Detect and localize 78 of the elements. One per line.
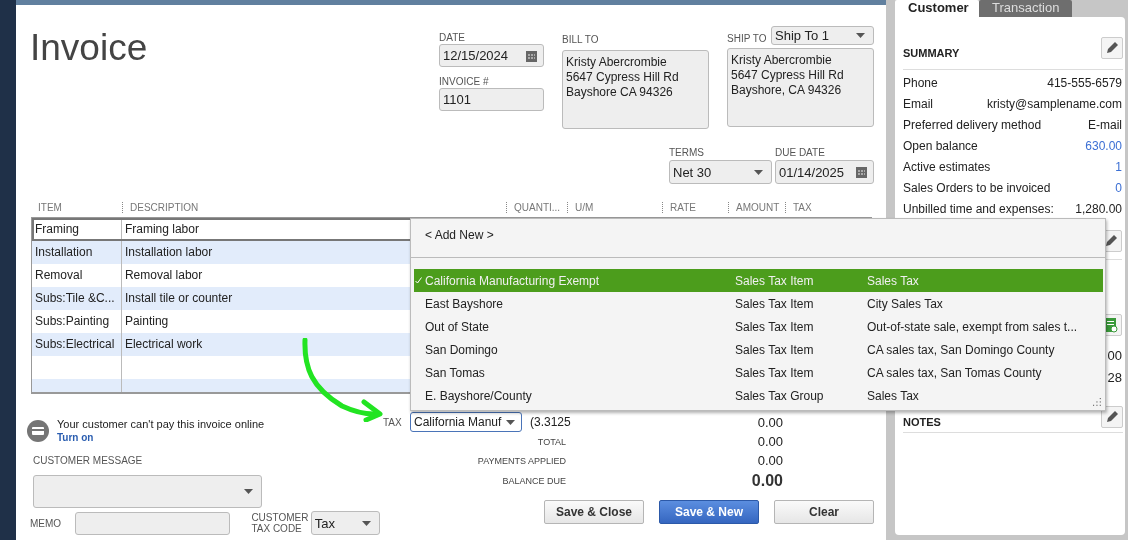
tax-item-option[interactable]: E. Bayshore/County Sales Tax Group Sales Tax — [414, 384, 1103, 407]
calendar-icon[interactable] — [856, 166, 867, 178]
online-payment-message: Your customer can't pay this invoice online — [57, 418, 265, 431]
total-value: 0.00 — [756, 434, 783, 449]
action-button[interactable]: Save & Close — [544, 500, 644, 524]
action-button[interactable]: Clear — [774, 500, 874, 524]
summary-value: 00 — [1107, 348, 1122, 364]
date-field[interactable]: 12/15/2024 — [439, 44, 544, 67]
field-label: TERMS — [669, 146, 705, 159]
form-title: Invoice — [30, 29, 149, 66]
column-header[interactable]: ITEM — [31, 202, 122, 213]
total-label: TOTAL — [536, 436, 566, 447]
section-title: NOTES — [903, 416, 941, 428]
field-label: CUSTOMER MESSAGE — [33, 454, 144, 467]
column-header[interactable]: AMOUNT — [728, 202, 785, 213]
turn-on-link[interactable]: Turn on — [57, 431, 265, 444]
panel-tab[interactable]: Customer — [895, 0, 979, 17]
field-label: DATE — [439, 31, 466, 44]
terms-dropdown[interactable]: Net 30 — [669, 160, 772, 184]
edit-button[interactable] — [1101, 406, 1123, 428]
tax-item-option[interactable]: San Tomas Sales Tax Item CA sales tax, San Tomas County — [414, 361, 1103, 384]
summary-link[interactable]: 0 — [1115, 180, 1122, 195]
summary-value: 28 — [1107, 370, 1122, 386]
edit-button[interactable] — [1101, 37, 1123, 59]
summary-link[interactable]: 1 — [1115, 159, 1122, 174]
column-header[interactable]: QUANTI... — [506, 202, 567, 213]
field-label: INVOICE # — [439, 75, 490, 88]
panel-tab[interactable]: Transaction — [979, 0, 1073, 17]
customer-tax-code-dropdown[interactable]: Tax — [310, 511, 380, 535]
summary-label: Open balance — [903, 138, 978, 153]
field-label: SHIP TO — [727, 32, 767, 45]
summary-value: 1,280.00 — [1075, 201, 1122, 216]
summary-value: 415-555-6579 — [1047, 75, 1122, 90]
summary-link[interactable]: 630.00 — [1085, 138, 1122, 153]
tax-item-dropdown[interactable]: California Manuf — [410, 412, 522, 432]
summary-label: Unbilled time and expenses: — [903, 201, 1054, 216]
tax-rate: (3.3125 — [530, 415, 572, 429]
field-label: CUSTOMER TAX CODE — [251, 512, 310, 534]
field-label: MEMO — [30, 516, 62, 530]
save-and-new-button[interactable]: Save & New — [659, 500, 759, 524]
check-icon — [415, 277, 422, 284]
total-value: 0.00 — [756, 453, 783, 468]
field-label: DUE DATE — [775, 146, 826, 159]
ship-to-dropdown[interactable]: Ship To 1 — [771, 26, 874, 45]
tax-amount: 0.00 — [756, 414, 783, 430]
invoice-number-field[interactable]: 1101 — [439, 88, 544, 111]
calendar-icon[interactable] — [526, 49, 537, 62]
summary-label: Preferred delivery method — [903, 117, 1042, 132]
caret-icon — [506, 419, 515, 425]
memo-field[interactable] — [75, 511, 231, 535]
credit-card-icon — [27, 420, 49, 442]
ship-to-address-field[interactable]: Kristy Abercrombie 5647 Cypress Hill Rd Bayshore, CA 94326 — [727, 48, 874, 127]
caret-icon — [754, 169, 763, 175]
caret-icon — [856, 33, 865, 38]
summary-value: E-mail — [1088, 117, 1122, 132]
summary-value: kristy@samplename.com — [987, 96, 1122, 111]
resize-grip-icon[interactable] — [1093, 398, 1102, 407]
due-date-field[interactable]: 01/14/2025 — [775, 160, 874, 184]
total-label: PAYMENTS APPLIED — [476, 455, 566, 466]
section-title: SUMMARY — [903, 47, 960, 59]
summary-label: Active estimates — [903, 159, 991, 174]
field-label: BILL TO — [562, 33, 600, 46]
caret-icon — [244, 489, 253, 494]
pencil-icon — [1104, 234, 1118, 248]
column-header[interactable]: DESCRIPTION — [122, 202, 506, 213]
summary-label: Phone — [903, 75, 938, 90]
caret-icon — [362, 520, 371, 526]
pencil-icon — [1105, 41, 1119, 55]
summary-label: Email — [903, 96, 933, 111]
pencil-icon — [1105, 410, 1119, 424]
column-header[interactable]: RATE — [662, 202, 728, 213]
total-label: BALANCE DUE — [501, 476, 566, 486]
summary-label: Sales Orders to be invoiced — [903, 180, 1051, 195]
total-value: 0.00 — [750, 472, 783, 490]
column-header[interactable]: U/M — [567, 202, 662, 213]
field-label: TAX — [383, 415, 403, 429]
column-header[interactable]: TAX — [785, 202, 872, 213]
bill-to-address-field[interactable]: Kristy Abercrombie 5647 Cypress Hill Rd Bayshore CA 94326 — [562, 50, 709, 129]
